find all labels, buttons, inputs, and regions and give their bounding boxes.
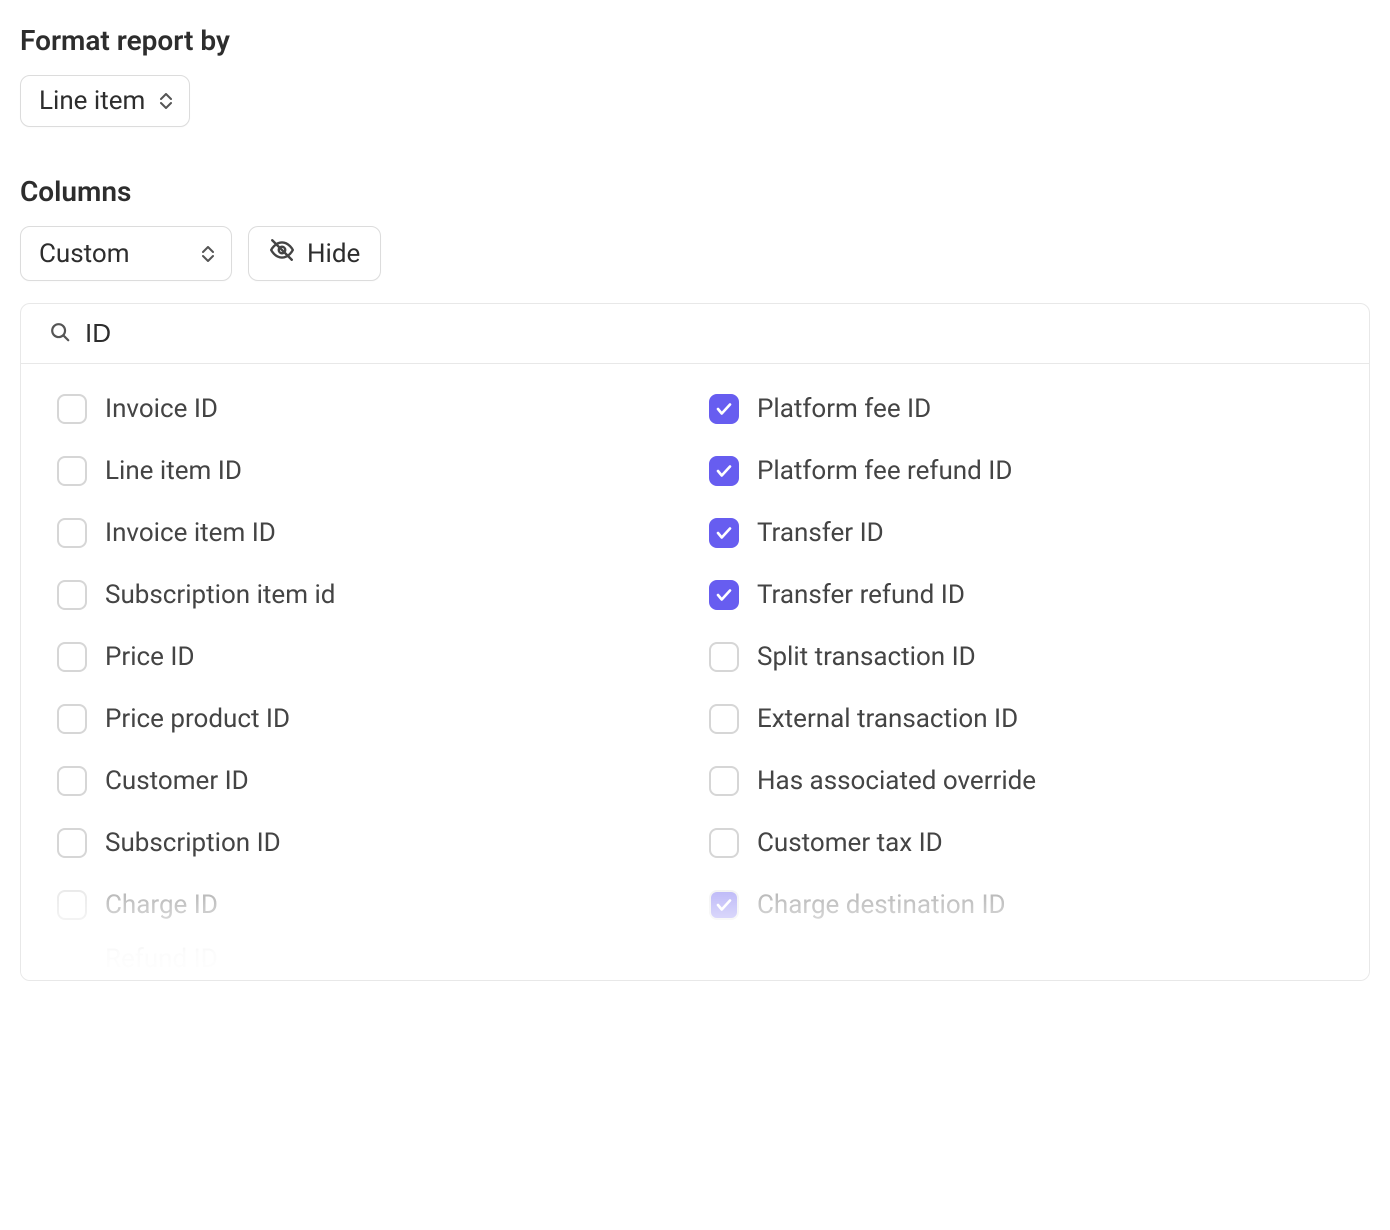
column-option-row[interactable]: Customer ID [57,750,689,812]
column-option-row[interactable]: Price product ID [57,688,689,750]
columns-label: Columns [20,175,1370,208]
column-option-label: Customer ID [105,766,249,796]
column-option-label: Price product ID [105,704,290,734]
columns-options-grid: Invoice ID Line item ID Invoice item ID Sub… [21,364,1369,980]
checkbox[interactable] [57,704,87,734]
checkbox[interactable] [709,456,739,486]
column-option-row[interactable]: Charge ID [57,874,689,936]
hide-button-label: Hide [307,239,360,269]
column-option-label: Platform fee ID [757,394,931,424]
checkbox[interactable] [709,580,739,610]
column-option-row[interactable]: Platform fee ID [709,378,1341,440]
column-option-label: Invoice item ID [105,518,276,548]
column-option-row[interactable]: Price ID [57,626,689,688]
column-option-row[interactable]: External transaction ID [709,688,1341,750]
hide-button[interactable]: Hide [248,226,381,281]
column-option-row[interactable]: Customer tax ID [709,812,1341,874]
checkbox[interactable] [709,642,739,672]
chevron-updown-icon [159,93,173,109]
column-option-label: External transaction ID [757,704,1018,734]
column-option-row[interactable]: Invoice item ID [57,502,689,564]
column-option-row[interactable]: Subscription item id [57,564,689,626]
column-option-label: Transfer refund ID [757,580,965,610]
columns-panel: Invoice ID Line item ID Invoice item ID Sub… [20,303,1370,981]
columns-preset-select[interactable]: Custom [20,226,232,281]
checkbox[interactable] [709,704,739,734]
column-option-label: Price ID [105,642,195,672]
column-option-row[interactable]: Line item ID [57,440,689,502]
column-option-label: Split transaction ID [757,642,976,672]
partial-option-label: Refund ID [57,936,689,980]
chevron-updown-icon [201,246,215,262]
column-option-row[interactable]: Transfer ID [709,502,1341,564]
checkbox[interactable] [57,766,87,796]
column-option-label: Platform fee refund ID [757,456,1012,486]
checkbox[interactable] [57,394,87,424]
column-option-row[interactable]: Platform fee refund ID [709,440,1341,502]
column-option-row[interactable]: Invoice ID [57,378,689,440]
format-report-label: Format report by [20,24,1370,57]
column-option-label: Has associated override [757,766,1036,796]
column-option-label: Transfer ID [757,518,884,548]
checkbox[interactable] [709,828,739,858]
columns-search-input[interactable] [85,318,1341,349]
column-option-label: Subscription item id [105,580,335,610]
columns-search-row [21,304,1369,364]
checkbox[interactable] [57,890,87,920]
checkbox[interactable] [709,890,739,920]
column-option-row[interactable]: Subscription ID [57,812,689,874]
checkbox[interactable] [57,456,87,486]
checkbox[interactable] [709,394,739,424]
columns-preset-value: Custom [39,239,130,269]
format-report-selected-value: Line item [39,86,145,116]
column-option-label: Invoice ID [105,394,218,424]
eye-off-icon [269,237,295,270]
checkbox[interactable] [57,518,87,548]
checkbox[interactable] [709,518,739,548]
column-option-row[interactable]: Charge destination ID [709,874,1341,936]
format-report-select[interactable]: Line item [20,75,190,127]
column-option-label: Charge ID [105,890,218,920]
search-icon [49,321,71,347]
column-option-label: Customer tax ID [757,828,943,858]
column-option-label: Line item ID [105,456,242,486]
column-option-row[interactable]: Split transaction ID [709,626,1341,688]
checkbox[interactable] [57,580,87,610]
column-option-label: Charge destination ID [757,890,1006,920]
column-option-row[interactable]: Transfer refund ID [709,564,1341,626]
checkbox[interactable] [57,642,87,672]
checkbox[interactable] [57,828,87,858]
checkbox[interactable] [709,766,739,796]
column-option-row[interactable]: Has associated override [709,750,1341,812]
column-option-label: Subscription ID [105,828,281,858]
